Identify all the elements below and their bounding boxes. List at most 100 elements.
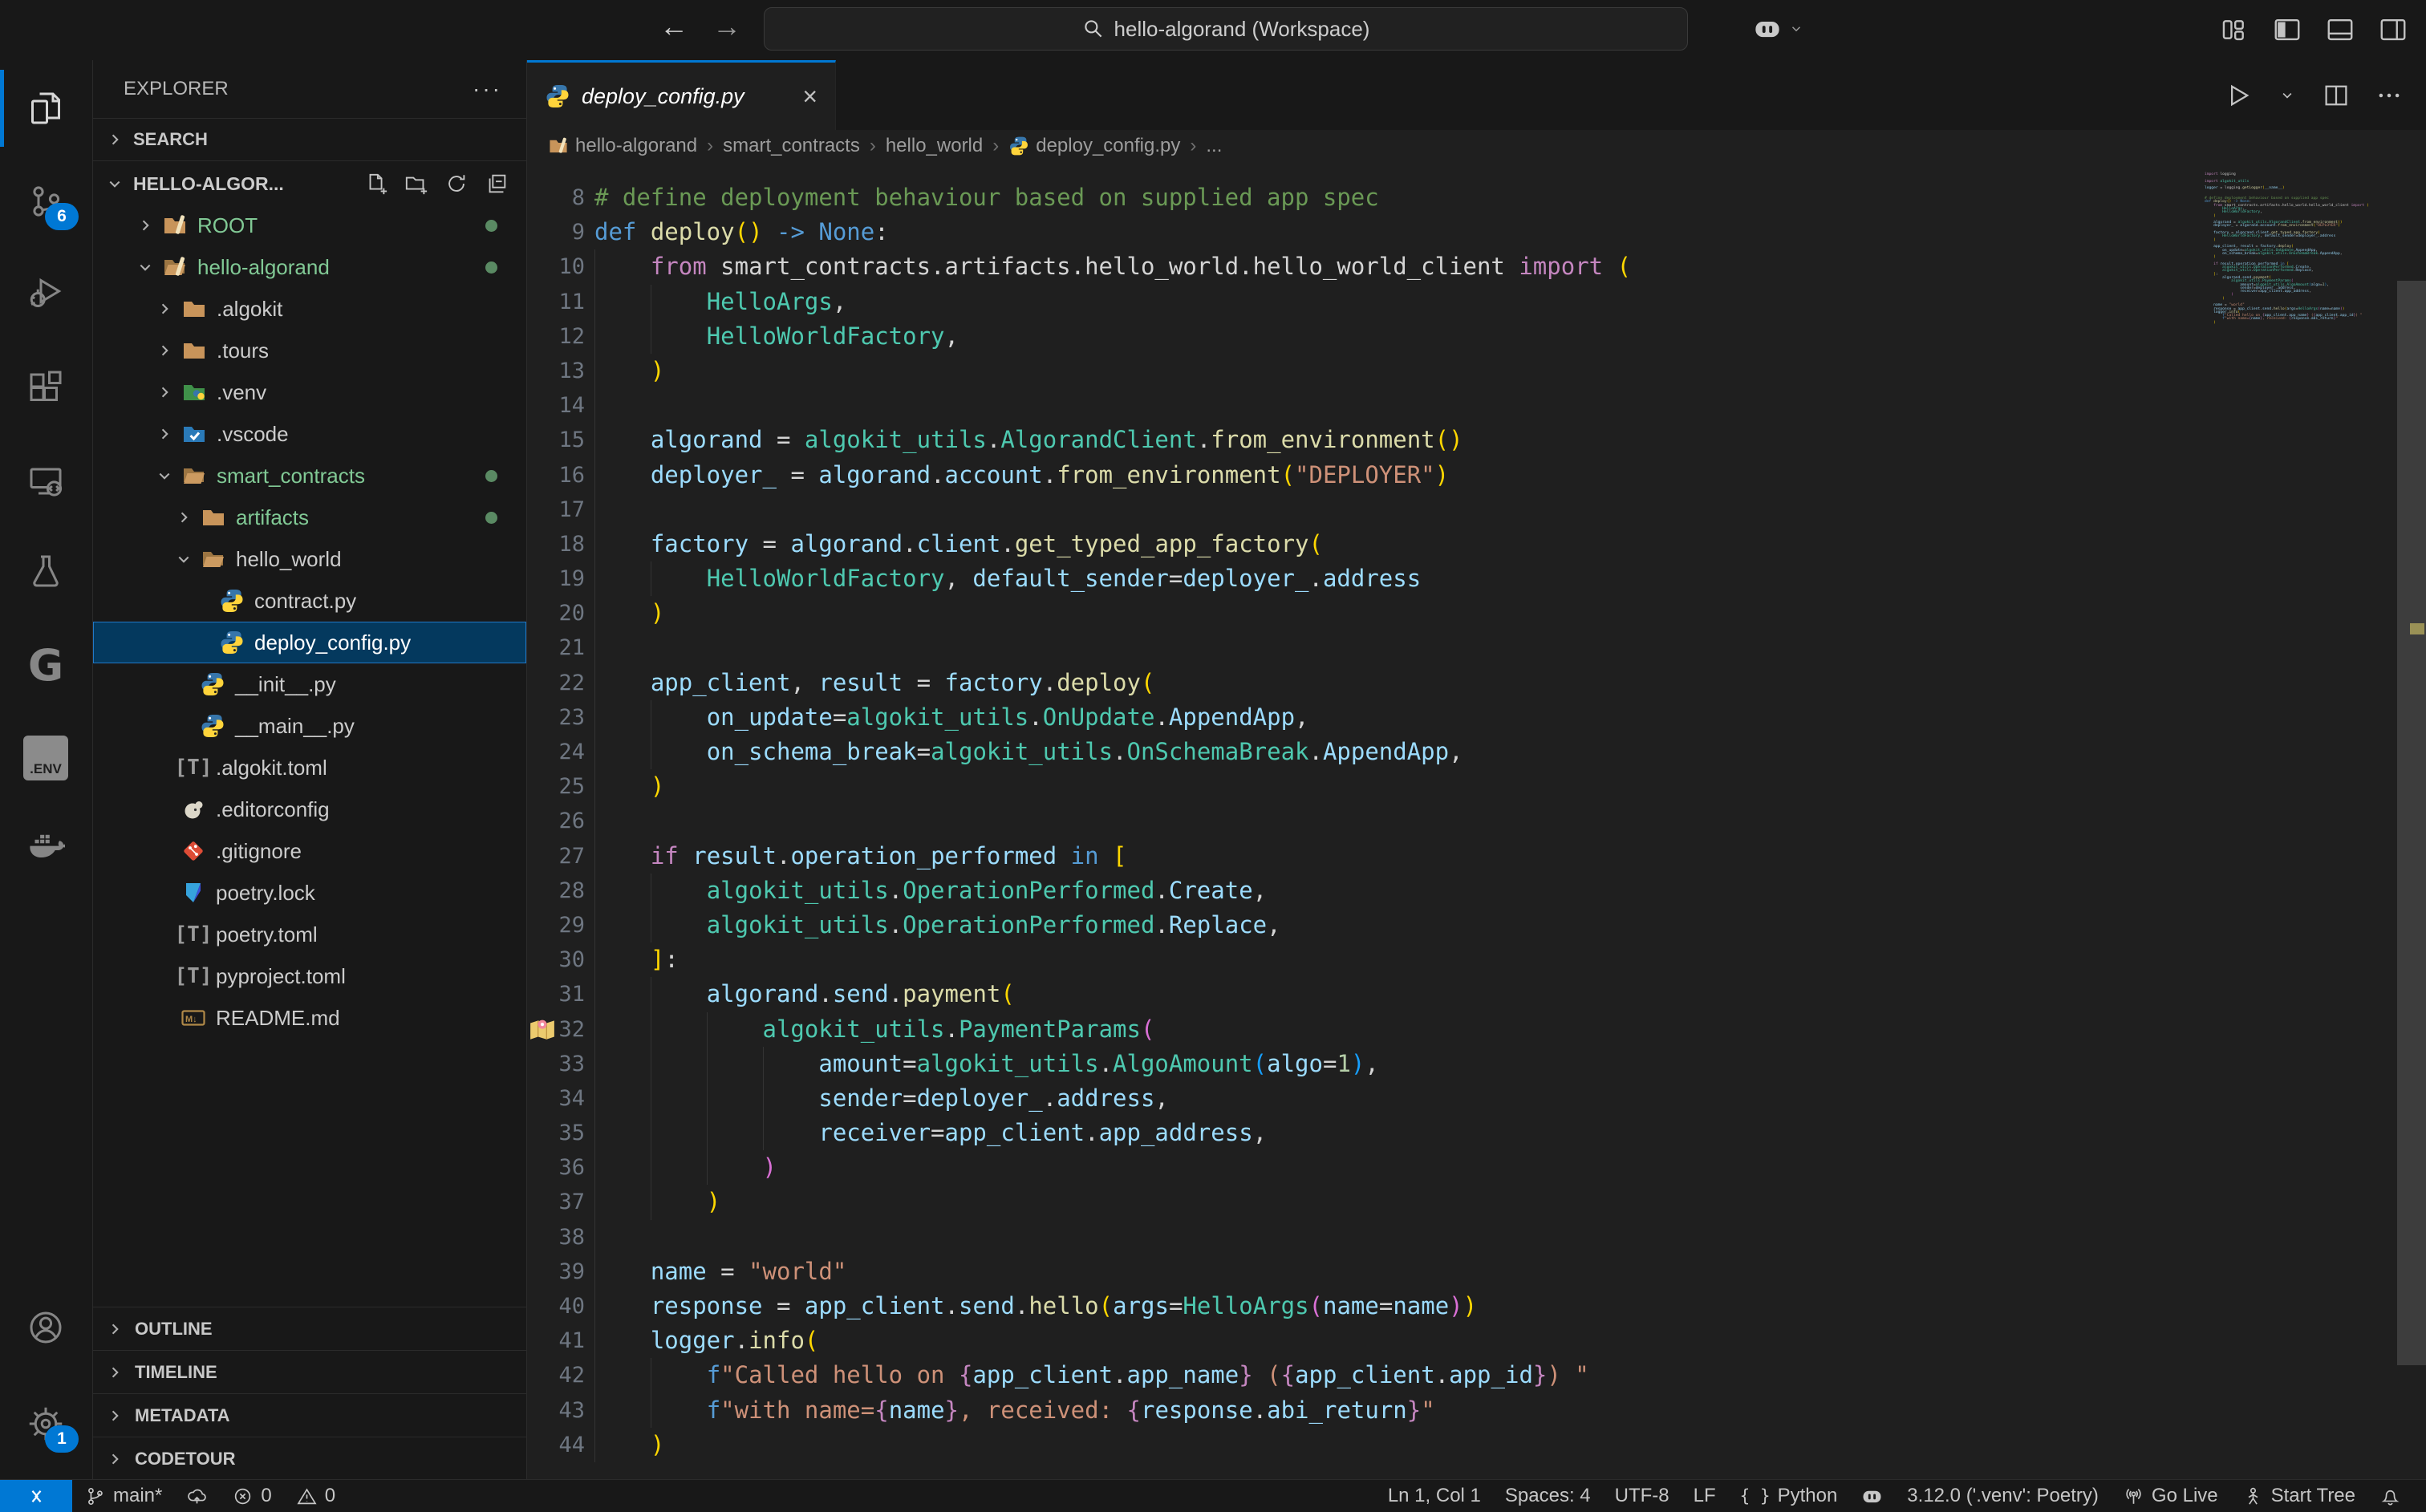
activity-testing-icon[interactable]: [0, 533, 91, 610]
tree-item-hello-algorand[interactable]: hello-algorand: [93, 246, 526, 288]
tree-item--algokit[interactable]: .algokit: [93, 288, 526, 330]
tree-item--gitignore[interactable]: .gitignore: [93, 830, 526, 872]
status-language-mode[interactable]: { }Python: [1728, 1480, 1850, 1512]
tree-item-poetry-lock[interactable]: poetry.lock: [93, 872, 526, 914]
tree-item--editorconfig[interactable]: .editorconfig: [93, 788, 526, 830]
tree-item-deploy-config-py[interactable]: deploy_config.py: [93, 622, 526, 663]
tree-item-root[interactable]: ROOT: [93, 205, 526, 246]
minimap[interactable]: import logging import algokit_utils logg…: [2205, 162, 2394, 325]
status-eol[interactable]: LF: [1682, 1480, 1728, 1512]
section-metadata[interactable]: METADATA: [93, 1393, 526, 1437]
breadcrumb-item[interactable]: hello_world: [886, 135, 983, 157]
explorer-title: EXPLORER: [124, 78, 229, 100]
more-actions-icon[interactable]: [2375, 81, 2404, 110]
breadcrumb-item[interactable]: deploy_config.py: [1008, 135, 1180, 157]
command-center-search[interactable]: hello-algorand (Workspace): [764, 7, 1688, 51]
new-folder-icon[interactable]: [404, 172, 428, 196]
tree-item-artifacts[interactable]: artifacts: [93, 497, 526, 538]
section-codetour[interactable]: CODETOUR: [93, 1437, 526, 1480]
status-label: UTF-8: [1615, 1485, 1669, 1507]
tree-item-readme-md[interactable]: M↓README.md: [93, 997, 526, 1039]
status-python-interpreter[interactable]: 3.12.0 ('.venv': Poetry): [1895, 1480, 2111, 1512]
status-notifications[interactable]: [2367, 1480, 2413, 1512]
tree-item-hello-world[interactable]: hello_world: [93, 538, 526, 580]
status-encoding[interactable]: UTF-8: [1603, 1480, 1682, 1512]
activity-remote-explorer-icon[interactable]: [0, 443, 91, 520]
activity-account-icon[interactable]: [0, 1289, 91, 1366]
run-dropdown-icon[interactable]: [2277, 85, 2298, 106]
tree-item-label: hello_world: [236, 547, 342, 572]
customize-layout-icon[interactable]: [2219, 14, 2250, 45]
history-forward-button[interactable]: →: [712, 10, 741, 43]
status-sync[interactable]: [174, 1480, 220, 1512]
breadcrumb-item[interactable]: smart_contracts: [723, 135, 860, 157]
code-line-28: 28 algokit_utils.OperationPerformed.Crea…: [527, 874, 2201, 908]
tree-item--init-py[interactable]: __init__.py: [93, 663, 526, 705]
toggle-panel-icon[interactable]: [2325, 14, 2355, 45]
collapse-all-icon[interactable]: [485, 172, 509, 196]
breadcrumb-item[interactable]: hello-algorand: [548, 135, 697, 157]
tree-item-label: poetry.toml: [216, 922, 318, 947]
sidebar-bottom-sections: OUTLINETIMELINEMETADATACODETOUR: [93, 1307, 526, 1480]
line-number: 39: [527, 1255, 585, 1289]
cloud-upload-icon: [186, 1486, 208, 1507]
activity-algokit-icon[interactable]: G: [0, 626, 91, 703]
tree-item-label: __init__.py: [235, 672, 336, 697]
line-number: 19: [527, 561, 585, 596]
new-file-icon[interactable]: [364, 172, 388, 196]
tree-item-poetry-toml[interactable]: [T]poetry.toml: [93, 914, 526, 955]
line-number: 30: [527, 942, 585, 977]
activity-docker-icon[interactable]: [0, 809, 91, 886]
chevron-right-icon: [151, 382, 178, 403]
status-problems-errors[interactable]: 0: [220, 1480, 283, 1512]
activity-explorer-icon[interactable]: [0, 70, 91, 147]
section-outline[interactable]: OUTLINE: [93, 1307, 526, 1350]
tree-item-label: hello-algorand: [197, 255, 330, 280]
tree-item-contract-py[interactable]: contract.py: [93, 580, 526, 622]
activity-source-control-icon[interactable]: 6: [0, 163, 91, 240]
python-icon: [216, 630, 248, 655]
activity-dotenv-icon[interactable]: .ENV: [0, 720, 91, 797]
views-more-actions-icon[interactable]: ···: [473, 76, 502, 102]
codetour-map-marker-icon[interactable]: [529, 1016, 556, 1044]
status-problems-warnings[interactable]: 0: [284, 1480, 347, 1512]
code-line-16: 16 deployer_ = algorand.account.from_env…: [527, 458, 2201, 493]
run-python-file-icon[interactable]: [2224, 81, 2253, 110]
status-go-live[interactable]: Go Live: [2111, 1480, 2230, 1512]
tree-item-smart-contracts[interactable]: smart_contracts: [93, 455, 526, 497]
chevron-right-icon: [151, 298, 178, 319]
section-timeline[interactable]: TIMELINE: [93, 1350, 526, 1393]
refresh-icon[interactable]: [444, 172, 469, 196]
tree-item--venv[interactable]: .venv: [93, 371, 526, 413]
poetry-icon: [177, 880, 209, 906]
chevron-right-icon: [151, 340, 178, 361]
editor-scrollbar[interactable]: [2394, 162, 2426, 1480]
status-remote[interactable]: [0, 1480, 72, 1512]
code-editor[interactable]: 8# define deployment behaviour based on …: [527, 162, 2426, 1480]
activity-settings-icon[interactable]: 1: [0, 1385, 91, 1462]
history-back-button[interactable]: ←: [659, 10, 688, 43]
status-cursor-position[interactable]: Ln 1, Col 1: [1376, 1480, 1493, 1512]
tree-item-label: smart_contracts: [217, 464, 365, 488]
activity-extensions-icon[interactable]: [0, 348, 91, 425]
scrollbar-thumb[interactable]: [2397, 281, 2426, 1365]
tree-item--main-py[interactable]: __main__.py: [93, 705, 526, 747]
tree-item--algokit-toml[interactable]: [T].algokit.toml: [93, 747, 526, 788]
tree-item--tours[interactable]: .tours: [93, 330, 526, 371]
status-start-tree[interactable]: Start Tree: [2230, 1480, 2367, 1512]
split-editor-icon[interactable]: [2322, 81, 2351, 110]
activity-run-debug-icon[interactable]: [0, 253, 91, 330]
tab-close-icon[interactable]: ×: [802, 82, 817, 111]
breadcrumb-item[interactable]: ...: [1206, 135, 1222, 157]
tree-item--vscode[interactable]: .vscode: [93, 413, 526, 455]
copilot-button[interactable]: [1753, 14, 1806, 43]
toggle-sidebar-icon[interactable]: [2272, 14, 2302, 45]
workspace-header[interactable]: HELLO-ALGOR...: [93, 161, 526, 206]
section-search[interactable]: SEARCH: [93, 118, 526, 161]
tree-item-pyproject-toml[interactable]: [T]pyproject.toml: [93, 955, 526, 997]
toggle-secondary-sidebar-icon[interactable]: [2378, 14, 2408, 45]
status-copilot[interactable]: [1849, 1480, 1895, 1512]
status-indentation[interactable]: Spaces: 4: [1493, 1480, 1603, 1512]
tab-deploy-config[interactable]: deploy_config.py ×: [527, 60, 836, 130]
status-git-branch[interactable]: main*: [72, 1480, 174, 1512]
